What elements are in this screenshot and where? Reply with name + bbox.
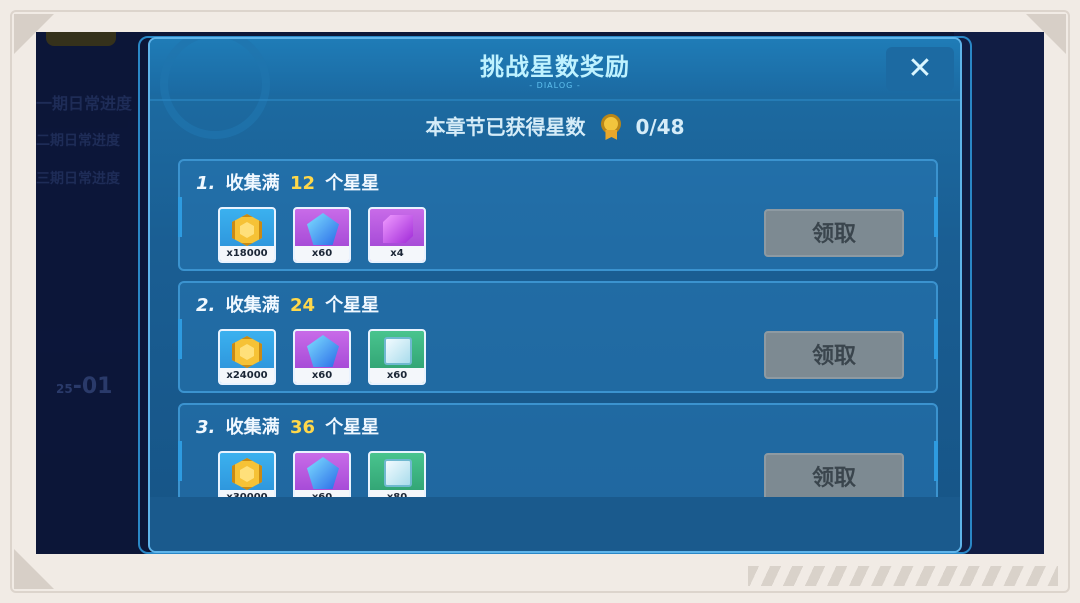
blue-crystal-item[interactable]: x60: [293, 451, 351, 497]
reward-card-title: 3. 收集满 36 个星星: [196, 413, 379, 439]
dialog-title: 挑战星数奖励: [480, 53, 630, 81]
item-quantity: x60: [295, 490, 349, 497]
blue-crystal-icon: [307, 213, 339, 245]
gold-coin-item[interactable]: x24000: [218, 329, 276, 385]
item-quantity: x60: [295, 246, 349, 261]
reward-suffix: 个星星: [325, 173, 380, 194]
reward-card-title: 2. 收集满 24 个星星: [196, 291, 379, 317]
item-quantity: x4: [370, 246, 424, 261]
reward-index: 3.: [196, 417, 216, 438]
card-edge-accent: [178, 197, 182, 237]
close-button[interactable]: ✕: [886, 47, 954, 91]
reward-prefix: 收集满: [225, 295, 280, 316]
claim-button[interactable]: 领取: [764, 453, 904, 497]
background-progress-label: 一期日常进度: [36, 94, 133, 113]
stars-value: 0/48: [635, 115, 685, 139]
reward-star-count: 36: [289, 417, 315, 438]
reward-prefix: 收集满: [225, 173, 280, 194]
claim-button[interactable]: 领取: [764, 209, 904, 257]
dialog-subtitle: - DIALOG -: [529, 81, 581, 90]
claim-button[interactable]: 领取: [764, 331, 904, 379]
purple-cube-item[interactable]: x4: [368, 207, 426, 263]
reward-suffix: 个星星: [325, 417, 380, 438]
reward-card: 1. 收集满 12 个星星 x18000 x60 x4 领取: [178, 159, 938, 271]
medal-icon: [600, 114, 622, 140]
purple-cube-icon: [383, 215, 413, 243]
reward-card: 3. 收集满 36 个星星 x30000 x60 x80: [178, 403, 938, 497]
item-quantity: x24000: [220, 368, 274, 383]
ice-cube-icon: [384, 337, 412, 365]
reward-index: 1.: [196, 173, 216, 194]
star-reward-dialog: 挑战星数奖励 - DIALOG - ✕ 本章节已获得星数 0/48 1. 收集满…: [148, 37, 962, 553]
background-progress-label: 二期日常进度: [36, 133, 120, 149]
item-quantity: x80: [370, 490, 424, 497]
card-edge-accent: [934, 197, 938, 237]
frame-stripes: [748, 566, 1058, 586]
gold-coin-item[interactable]: x30000: [218, 451, 276, 497]
blue-crystal-icon: [307, 335, 339, 367]
blue-crystal-item[interactable]: x60: [293, 329, 351, 385]
reward-card-title: 1. 收集满 12 个星星: [196, 169, 379, 195]
stage-badge-prefix: 25: [56, 382, 73, 396]
header-divider: [150, 99, 960, 101]
stage-badge-value: 01: [81, 374, 113, 399]
reward-card: 2. 收集满 24 个星星 x24000 x60 x60 领取: [178, 281, 938, 393]
background-progress-label: 三期日常进度: [36, 171, 120, 187]
background-stage-badge: 25-01: [56, 374, 113, 399]
ice-cube-item[interactable]: x80: [368, 451, 426, 497]
chapter-stars-summary: 本章节已获得星数 0/48: [150, 111, 960, 140]
card-edge-accent: [934, 319, 938, 359]
item-quantity: x60: [370, 368, 424, 383]
card-edge-accent: [178, 319, 182, 359]
ice-cube-item[interactable]: x60: [368, 329, 426, 385]
dialog-footer: [150, 497, 960, 551]
ice-cube-icon: [384, 459, 412, 487]
reward-index: 2.: [196, 295, 216, 316]
reward-star-count: 12: [289, 173, 315, 194]
gold-coin-item[interactable]: x18000: [218, 207, 276, 263]
reward-prefix: 收集满: [225, 417, 280, 438]
blue-crystal-icon: [307, 457, 339, 489]
reward-list[interactable]: 1. 收集满 12 个星星 x18000 x60 x4 领取 2. 收集满 24…: [178, 159, 938, 497]
card-edge-accent: [934, 441, 938, 481]
reward-star-count: 24: [289, 295, 315, 316]
item-quantity: x18000: [220, 246, 274, 261]
item-quantity: x60: [295, 368, 349, 383]
card-edge-accent: [178, 441, 182, 481]
item-quantity: x30000: [220, 490, 274, 497]
blue-crystal-item[interactable]: x60: [293, 207, 351, 263]
background-tab: [46, 32, 116, 46]
stars-label: 本章节已获得星数: [425, 115, 586, 139]
reward-suffix: 个星星: [325, 295, 380, 316]
